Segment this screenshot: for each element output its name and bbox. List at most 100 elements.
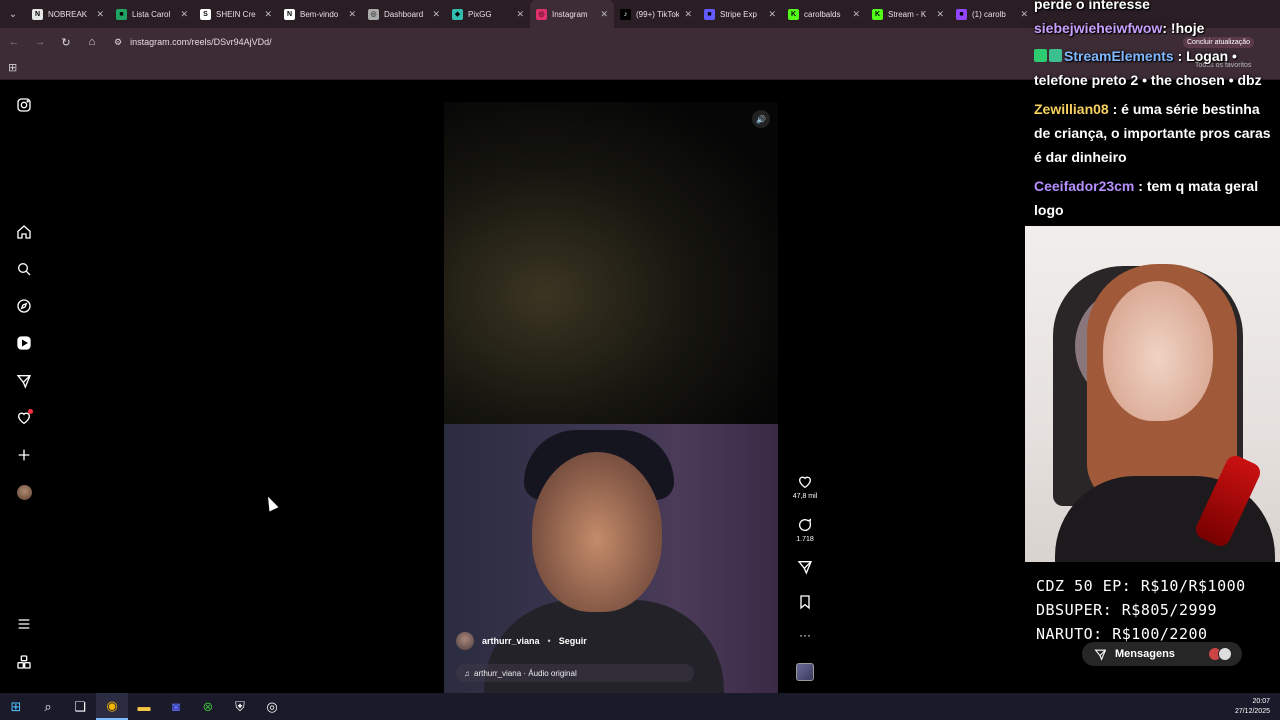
instagram-sidebar [0, 81, 48, 693]
tab-close-icon[interactable]: ✕ [684, 9, 692, 20]
tab-favicon-icon: ♪ [620, 8, 631, 20]
author-username[interactable]: arthurr_viana [482, 636, 540, 646]
tab-close-icon[interactable]: ✕ [264, 9, 272, 20]
browser-tab[interactable]: ■ Stripe Exp ✕ [698, 0, 782, 28]
system-clock[interactable]: 20:07 27/12/2025 [1235, 697, 1270, 717]
tab-close-icon[interactable]: ✕ [96, 9, 104, 20]
clock-time: 20:07 [1252, 698, 1270, 705]
audio-attribution[interactable]: ♫ arthurr_viana · Áudio original [456, 664, 694, 682]
follow-button[interactable]: Seguir [559, 636, 587, 646]
heart-icon [798, 476, 812, 489]
browser-tab[interactable]: Kcarolbalds ✕ [782, 0, 866, 28]
chrome-icon[interactable]: ◉ [96, 693, 128, 720]
author-avatar[interactable] [456, 632, 474, 650]
tab-favicon-icon: ◆ [452, 8, 463, 20]
forward-icon[interactable]: → [32, 34, 48, 50]
taskbar-search-icon[interactable]: ⌕ [32, 693, 64, 720]
create-plus-icon[interactable] [14, 445, 34, 465]
streamer-webcam [1025, 226, 1280, 562]
browser-tab[interactable]: N NOBREAK ✕ [26, 0, 110, 28]
tab-favicon-icon: N [32, 8, 43, 20]
music-note-icon: ♫ [464, 668, 470, 678]
file-explorer-icon[interactable]: ▬ [128, 693, 160, 720]
xbox-icon[interactable]: ⊗ [192, 693, 224, 720]
comment-icon [799, 518, 812, 531]
tab-favicon-icon: K [788, 8, 799, 20]
site-info-icon[interactable]: ⚙ [114, 37, 122, 48]
home-icon[interactable]: ⌂ [84, 34, 100, 50]
security-shield-icon[interactable]: ⛨ [224, 693, 256, 720]
chat-line: Zewillian08 : é uma série bestinha de cr… [1034, 101, 1271, 165]
apps-grid-icon[interactable]: ⊞ [8, 61, 17, 74]
mouse-cursor [263, 494, 279, 512]
profile-avatar[interactable] [14, 482, 34, 502]
volume-icon[interactable]: 🔊 [752, 110, 770, 128]
messages-button[interactable]: Mensagens [1082, 642, 1242, 666]
browser-tab[interactable]: K Stream - K ✕ [866, 0, 950, 28]
save-button[interactable] [790, 594, 820, 610]
chat-line: siebejwieheiwfwow: !hoje [1034, 20, 1205, 36]
reels-icon[interactable] [14, 333, 34, 353]
tab-title: Instagram [552, 9, 588, 19]
browser-tab[interactable]: S SHEIN Cre ✕ [194, 0, 278, 28]
browser-tab[interactable]: ◎ Dashboard ✕ [362, 0, 446, 28]
url-text: instagram.com/reels/DSvr94AjVDd/ [130, 37, 272, 47]
tab-favicon-icon: N [284, 8, 295, 20]
browser-tab[interactable]: ◆ PixGG ✕ [446, 0, 530, 28]
tab-close-icon[interactable]: ✕ [1020, 9, 1028, 20]
messages-label: Mensagens [1115, 648, 1175, 660]
more-options-icon[interactable]: ··· [790, 628, 820, 642]
comment-button[interactable]: 1.718 [790, 517, 820, 543]
browser-tab[interactable]: ■ (1) carolb ✕ [950, 0, 1034, 28]
browser-tab[interactable]: ♪ (99+) TikTok ✕ [614, 0, 698, 28]
tab-favicon-icon: ◎ [368, 8, 379, 20]
browser-tab[interactable]: N Bem-vindo ✕ [278, 0, 362, 28]
tab-title: Lista Carol [132, 9, 171, 19]
tab-favicon-icon: K [872, 8, 883, 20]
price-line: CDZ 50 EP: R$10/R$1000 [1036, 577, 1246, 595]
price-overlay: CDZ 50 EP: R$10/R$1000 DBSUPER: R$805/29… [1036, 574, 1246, 646]
tab-close-icon[interactable]: ✕ [516, 9, 524, 20]
chat-line: StreamElements : Logan • telefone preto … [1034, 48, 1262, 88]
more-menu-icon[interactable] [14, 614, 34, 634]
reload-icon[interactable]: ↻ [58, 34, 74, 50]
discord-icon[interactable]: ◙ [160, 693, 192, 720]
streamer-face [1103, 281, 1213, 421]
reel-author-row: arthurr_viana • Seguir [456, 632, 587, 650]
url-field[interactable]: ⚙ instagram.com/reels/DSvr94AjVDd/ [114, 37, 272, 48]
share-button[interactable] [790, 559, 820, 575]
tab-close-icon[interactable]: ✕ [348, 9, 356, 20]
tab-close-icon[interactable]: ✕ [600, 9, 608, 20]
share-icon [797, 561, 812, 575]
like-button[interactable]: 47,8 mil [790, 474, 820, 500]
instagram-logo-icon[interactable] [14, 95, 34, 115]
also-from-meta-icon[interactable] [14, 652, 34, 672]
windows-start-icon[interactable]: ⊞ [0, 693, 32, 720]
search-icon[interactable] [14, 259, 34, 279]
browser-tab[interactable]: ■ Lista Carol ✕ [110, 0, 194, 28]
tab-favicon-icon: ■ [116, 8, 127, 20]
tab-favicon-icon: ◎ [536, 8, 547, 20]
direct-messages-icon[interactable] [14, 371, 34, 391]
task-view-icon[interactable]: ❏ [64, 693, 96, 720]
tab-title: Stripe Exp [720, 9, 757, 19]
explore-icon[interactable] [14, 296, 34, 316]
tab-close-icon[interactable]: ✕ [768, 9, 776, 20]
tab-favicon-icon: ■ [704, 8, 715, 20]
tab-title: carolbalds [804, 9, 841, 19]
tab-close-icon[interactable]: ✕ [432, 9, 440, 20]
bookmark-icon [800, 595, 810, 610]
tab-title: Bem-vindo [300, 9, 339, 19]
tab-search-icon[interactable]: ⌄ [0, 0, 26, 28]
tab-close-icon[interactable]: ✕ [852, 9, 860, 20]
obs-icon[interactable]: ◎ [256, 693, 288, 720]
back-icon[interactable]: ← [6, 34, 22, 50]
windows-taskbar: ⊞ ⌕ ❏ ◉ ▬ ◙ ⊗ ⛨ ◎ [0, 693, 1280, 720]
notifications-heart-icon[interactable] [14, 408, 34, 428]
person-face [532, 452, 662, 612]
audio-thumbnail[interactable] [796, 663, 814, 681]
browser-tab[interactable]: ◎ Instagram ✕ [530, 0, 614, 28]
tab-close-icon[interactable]: ✕ [180, 9, 188, 20]
home-nav-icon[interactable] [14, 222, 34, 242]
tab-close-icon[interactable]: ✕ [936, 9, 944, 20]
